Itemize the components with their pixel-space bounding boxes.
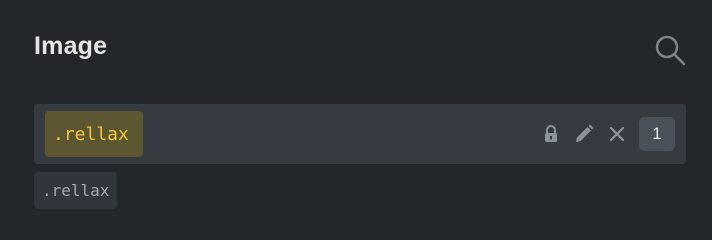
close-icon[interactable]	[606, 123, 628, 145]
selector-count-badge[interactable]: 1	[639, 117, 675, 151]
pencil-icon[interactable]	[573, 123, 595, 145]
state-tag[interactable]: .rellax	[34, 172, 118, 209]
lock-icon[interactable]	[540, 123, 562, 145]
selector-chip-label: .rellax	[53, 123, 129, 145]
panel-title: Image	[34, 32, 108, 60]
selector-chip[interactable]: .rellax	[45, 111, 143, 157]
state-tag-label: .rellax	[42, 181, 110, 200]
search-icon[interactable]	[654, 34, 686, 66]
selector-bar[interactable]: .rellax 1	[34, 104, 686, 164]
